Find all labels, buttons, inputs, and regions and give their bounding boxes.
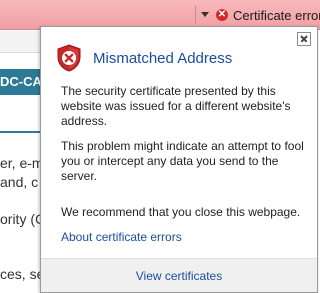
background-text: er, e-m — [0, 155, 44, 171]
background-text: and, c — [0, 174, 39, 190]
background-page: DC-CA er, e-m and, c ority (C ces, se — [0, 31, 45, 293]
popup-recommendation: We recommend that you close this webpage… — [61, 205, 301, 219]
dropdown-arrow-icon[interactable] — [201, 12, 209, 17]
view-certificates-button[interactable]: View certificates — [41, 269, 317, 283]
background-divider — [0, 131, 40, 133]
close-icon[interactable] — [297, 32, 311, 46]
popup-footer: View certificates — [41, 258, 317, 292]
address-bar-separator — [195, 6, 196, 24]
shield-error-icon — [57, 44, 81, 72]
popup-message: The security certificate presented by th… — [61, 84, 291, 128]
background-tab: DC-CA — [0, 69, 42, 95]
popup-title: Mismatched Address — [93, 50, 233, 67]
popup-message: This problem might indicate an attempt t… — [61, 139, 304, 183]
background-text: ority (C — [0, 211, 46, 227]
about-certificate-errors-link[interactable]: About certificate errors — [61, 230, 182, 244]
background-toolbar — [0, 31, 40, 53]
cert-error-icon[interactable]: ✕ — [216, 9, 228, 21]
certificate-error-popup: Mismatched Address The security certific… — [40, 26, 318, 293]
certificate-error-label[interactable]: Certificate error — [233, 8, 320, 23]
background-text: ces, se — [0, 266, 45, 282]
background-tab-label: DC-CA — [0, 74, 42, 89]
